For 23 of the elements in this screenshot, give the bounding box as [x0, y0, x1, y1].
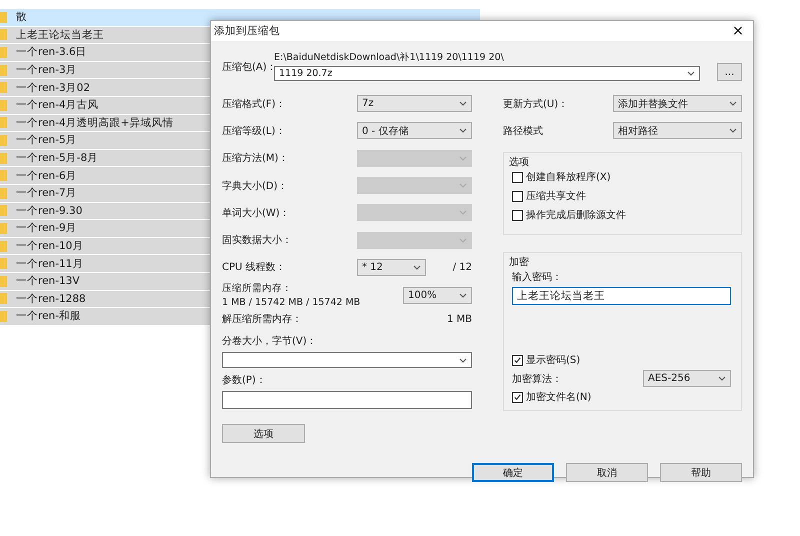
setting-label: 解压缩所需内存：: [222, 312, 302, 326]
update-label: 更新方式(U)：: [503, 98, 570, 110]
group-title: 加密: [509, 256, 529, 269]
setting-label: 单词大小(W)：: [222, 206, 291, 220]
archive-path: E:\BaiduNetdiskDownload\补1\1119 20\1119 20\: [274, 51, 505, 64]
group-title: 选项: [509, 156, 529, 169]
thread-total: / 12: [452, 262, 472, 273]
params-label: 参数(P)：: [222, 374, 267, 388]
setting-label: 压缩等级(L)：: [222, 124, 286, 138]
window-title: 添加到压缩包: [214, 24, 280, 38]
setting-label: 压缩格式(F)：: [222, 98, 287, 111]
method-label: 加密算法：: [512, 372, 562, 386]
setting-label: 压缩所需内存：: [222, 282, 293, 296]
path-mode-label: 路径模式: [503, 124, 544, 138]
memory-usage: 1 MB / 15742 MB / 15742 MB: [222, 297, 360, 308]
archive-label: 压缩包(A)：: [222, 61, 274, 74]
setting-label: CPU 线程数：: [222, 260, 287, 274]
setting-label: 字典大小(D)：: [222, 180, 289, 193]
setting-value: 1 MB: [446, 314, 472, 325]
password-label: 输入密码：: [512, 270, 563, 284]
split-label: 分卷大小，字节(V)：: [222, 334, 318, 348]
setting-label: 固实数据大小：: [222, 234, 293, 248]
setting-label: 压缩方法(M)：: [222, 152, 290, 166]
